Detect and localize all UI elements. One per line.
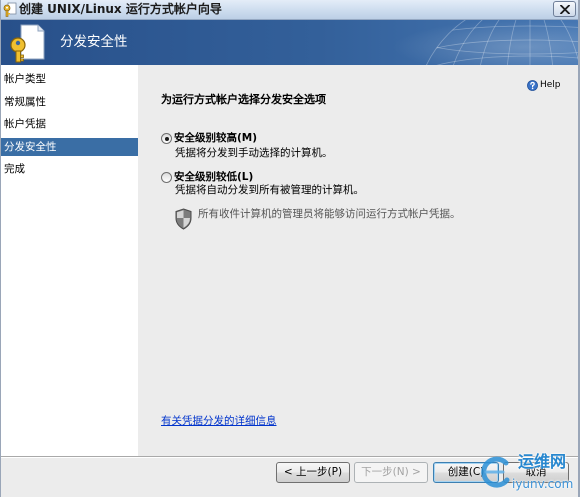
security-notice-text: 所有收件计算机的管理员将能够访问运行方式帐户凭据。 <box>198 208 461 220</box>
option-label-high-security[interactable]: 安全级别较高(M) <box>174 131 257 145</box>
option-label-low-security[interactable]: 安全级别较低(L) <box>174 170 253 184</box>
watermark-logo-icon <box>481 456 510 488</box>
credential-distribution-info-link[interactable]: 有关凭据分发的详细信息 <box>161 414 277 428</box>
watermark-site: iyunv.com <box>512 477 574 491</box>
content-panel: Help 为运行方式帐户选择分发安全选项 安全级别较高(M) 凭据将分发到手动选… <box>138 65 580 456</box>
close-button[interactable] <box>553 1 576 17</box>
page-heading: 为运行方式帐户选择分发安全选项 <box>161 93 326 106</box>
help-label: Help <box>540 80 561 90</box>
nav-item-account-credentials[interactable]: 帐户凭据 <box>0 115 138 133</box>
watermark-name: 运维网 <box>518 452 567 471</box>
window-title: 创建 UNIX/Linux 运行方式帐户向导 <box>19 2 222 16</box>
nav-item-account-type[interactable]: 帐户类型 <box>0 70 138 88</box>
key-icon <box>3 2 17 17</box>
radio-high-security[interactable] <box>161 133 172 144</box>
key-document-icon <box>10 24 45 63</box>
help-icon <box>527 80 538 91</box>
wizard-header: 分发安全性 <box>0 20 580 65</box>
header-title: 分发安全性 <box>60 34 128 50</box>
radio-low-security[interactable] <box>161 172 172 183</box>
window-title-bar: 创建 UNIX/Linux 运行方式帐户向导 <box>0 0 580 20</box>
next-button[interactable]: 下一步(N) > <box>354 462 428 483</box>
nav-panel: 帐户类型 常规属性 帐户凭据 分发安全性 完成 <box>0 65 138 456</box>
nav-item-distribution-security[interactable]: 分发安全性 <box>0 137 138 156</box>
option-desc-low-security: 凭据将自动分发到所有被管理的计算机。 <box>175 184 364 196</box>
nav-item-finish[interactable]: 完成 <box>0 160 138 178</box>
globe-decoration <box>360 20 580 65</box>
option-desc-high-security: 凭据将分发到手动选择的计算机。 <box>175 147 333 159</box>
close-icon <box>560 5 570 14</box>
help-link[interactable]: Help <box>527 79 563 92</box>
shield-icon <box>175 208 192 230</box>
back-button[interactable]: < 上一步(P) <box>276 462 350 483</box>
wizard-window: 创建 UNIX/Linux 运行方式帐户向导 分发安全性 帐户类型 常规属性 帐… <box>0 0 580 497</box>
window-frame-left <box>0 0 1 497</box>
nav-item-general-properties[interactable]: 常规属性 <box>0 93 138 111</box>
